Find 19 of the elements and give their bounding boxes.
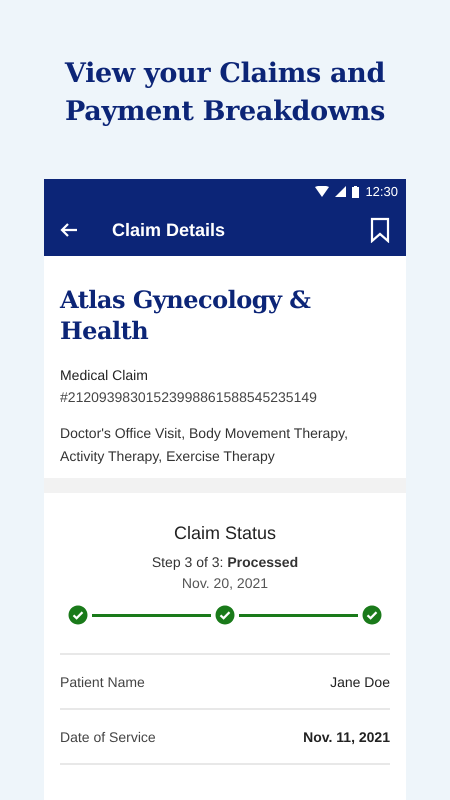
claim-type: Medical Claim [60, 366, 149, 385]
battery-icon [352, 186, 360, 198]
wifi-icon [315, 186, 330, 197]
status-time: 12:30 [365, 184, 398, 199]
claim-status-title: Claim Status [172, 523, 278, 544]
screen-title: Claim Details [112, 220, 226, 240]
step-text: Step 3 of 3: Processed [150, 554, 300, 570]
services-list: Doctor's Office Visit, Body Movement Therapy, Activity Therapy, Exercise Therapy [60, 422, 390, 468]
provider-name: Atlas Gynecology & Health [60, 284, 312, 346]
detail-value: Nov. 11, 2021 [303, 728, 390, 744]
detail-label: Patient Name [60, 674, 145, 690]
status-date: Nov. 20, 2021 [180, 575, 270, 591]
headline: View your Claims and Payment Breakdowns [64, 57, 386, 129]
signal-icon [335, 186, 346, 197]
detail-label: Date of Service [60, 728, 156, 744]
back-arrow-icon[interactable] [60, 222, 78, 238]
bookmark-icon[interactable] [370, 217, 390, 243]
claim-number: #21209398301523998861588545235149 [60, 388, 318, 407]
detail-value: Jane Doe [330, 674, 390, 690]
